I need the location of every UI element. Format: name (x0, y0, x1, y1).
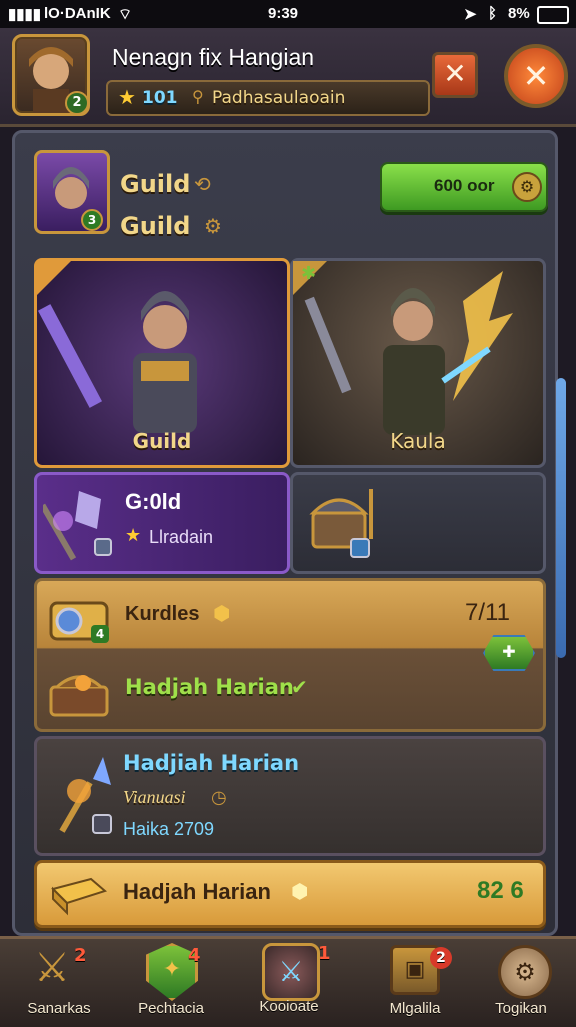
item-card-subtitle: Llradain (149, 527, 214, 547)
top-header: 2 Nenagn fix Hangian ★ 101 ⚲ Padhasaulao… (0, 28, 576, 127)
nav-label: Mlgalila (389, 1000, 441, 1017)
star-icon: ★ (125, 525, 142, 546)
nav-label: Togikan (495, 1000, 547, 1017)
nav-pechtacia[interactable]: ✦ 4 Pechtacia (116, 943, 226, 1023)
kurdles-count: 7/11 (465, 599, 510, 626)
claim-reward-button[interactable]: Hadjah Harian ⬢ 82 6 (34, 860, 546, 928)
weapon-reward-title: Hadjiah Harian (123, 751, 300, 775)
bottom-nav: ⚔ 2 Sanarkas ✦ 4 Pechtacia ⚔ 1 Kooioate … (0, 936, 576, 1027)
player-avatar[interactable]: 2 (12, 34, 90, 116)
runner-icon: ⚲ (192, 87, 204, 106)
weapon-reward-line3: Haika 2709 (123, 819, 215, 839)
star-icon: ★ (118, 85, 136, 109)
treasure-chest-icon (309, 489, 373, 558)
player-subtitle: Padhasaulaoain (212, 88, 346, 108)
item-card-gold[interactable]: G:0ld ★ Llradain (34, 472, 290, 574)
gem-icon: ⬢ (213, 601, 231, 625)
nav-sanarkas[interactable]: ⚔ 2 Sanarkas (4, 943, 114, 1023)
nav-label: Pechtacia (138, 1000, 204, 1017)
item-card-chest[interactable] (290, 472, 546, 574)
close-icon-square[interactable]: ✕ (432, 52, 478, 98)
coin-icon: ⚙ (512, 172, 542, 202)
nav-label: Kooioate (259, 998, 319, 1015)
magic-wand-icon (59, 757, 112, 834)
nav-kooioate[interactable]: ⚔ 1 Kooioate (234, 941, 344, 1021)
status-bar: ▮▮▮▮ lO·DAnIK ⌔ 9:39 ➤ ᛒ 8% (0, 0, 576, 28)
open-chest-icon (49, 675, 109, 717)
item-card-title: G:0ld (125, 489, 182, 514)
weapon-reward-line2: Vianuasi (123, 787, 186, 807)
chest-reward[interactable]: 4 (47, 589, 111, 645)
bluetooth-icon: ᛒ (488, 5, 498, 22)
axe-icon (43, 491, 112, 561)
nav-togikan[interactable]: ⚙ Togikan (466, 943, 576, 1023)
star-count: 101 (142, 88, 178, 108)
player-info-bar: ★ 101 ⚲ Padhasaulaoain (106, 80, 430, 116)
nav-label: Sanarkas (27, 1000, 91, 1017)
hero-card-label: Kaula (390, 429, 446, 453)
battle-icon: ⚔ (262, 943, 320, 1001)
page-title: Nenagn fix Hangian (112, 44, 315, 70)
signal-icon: ▮▮▮▮ (8, 6, 42, 23)
currency-button[interactable]: 600 oor ⚙ (380, 162, 548, 212)
chest-level-badge: 4 (91, 625, 109, 643)
hero-card-guild[interactable]: Guild (34, 258, 290, 468)
nav-badge: 1 (318, 943, 331, 964)
battery-icon (537, 6, 569, 24)
hero-card-kaula[interactable]: ✱ Kaula (290, 258, 546, 468)
guild-line-1-icon: ⟲ (194, 172, 211, 196)
player-level-badge: 2 (65, 91, 89, 115)
clock: 9:39 (268, 5, 299, 22)
guild-level-badge: 3 (81, 209, 103, 231)
hero-card-label: Guild (132, 429, 192, 453)
plus-hex-button[interactable]: ✚ (483, 635, 535, 671)
battery-percent: 8% (508, 5, 530, 22)
kurdles-label: Kurdles (125, 603, 200, 625)
scrollbar[interactable] (556, 378, 566, 658)
nav-badge: 4 (188, 945, 201, 966)
guild-line-1: Guild (120, 170, 191, 198)
wifi-icon: ⌔ (118, 6, 133, 23)
guild-line-2: Guild (120, 212, 191, 240)
weapon-reward-card[interactable]: Hadjiah Harian Vianuasi ◷ Haika 2709 (34, 736, 546, 856)
close-button[interactable]: ✕ (504, 44, 568, 108)
clock-icon: ◷ (211, 787, 227, 808)
gem-icon: ⬢ (291, 879, 309, 903)
rewards-panel: 4 Kurdles ⬢ 7/11 ✚ Hadjah Harian ✔ (34, 578, 546, 732)
claim-reward-label: Hadjah Harian (123, 879, 271, 904)
currency-button-label: 600 oor (434, 176, 495, 195)
nav-badge: 2 (74, 945, 87, 966)
carrier-label: lO·DAnIK (44, 5, 111, 22)
guild-emblem[interactable]: 3 (34, 150, 110, 234)
settings-gear-icon: ⚙ (498, 945, 552, 999)
daily-reward-label: Hadjah Harian (125, 675, 294, 699)
nav-badge: 2 (430, 947, 452, 969)
location-icon: ➤ (464, 6, 477, 23)
check-arrow-icon: ✔ (291, 675, 308, 699)
guild-line-2-icon: ⚙ (204, 214, 222, 238)
nav-mlgalila[interactable]: ▣ 2 Mlgalila (360, 943, 470, 1023)
crossed-swords-icon: ⚔ (34, 945, 70, 991)
gold-bars-icon (51, 877, 108, 916)
claim-reward-value: 82 6 (477, 877, 524, 904)
